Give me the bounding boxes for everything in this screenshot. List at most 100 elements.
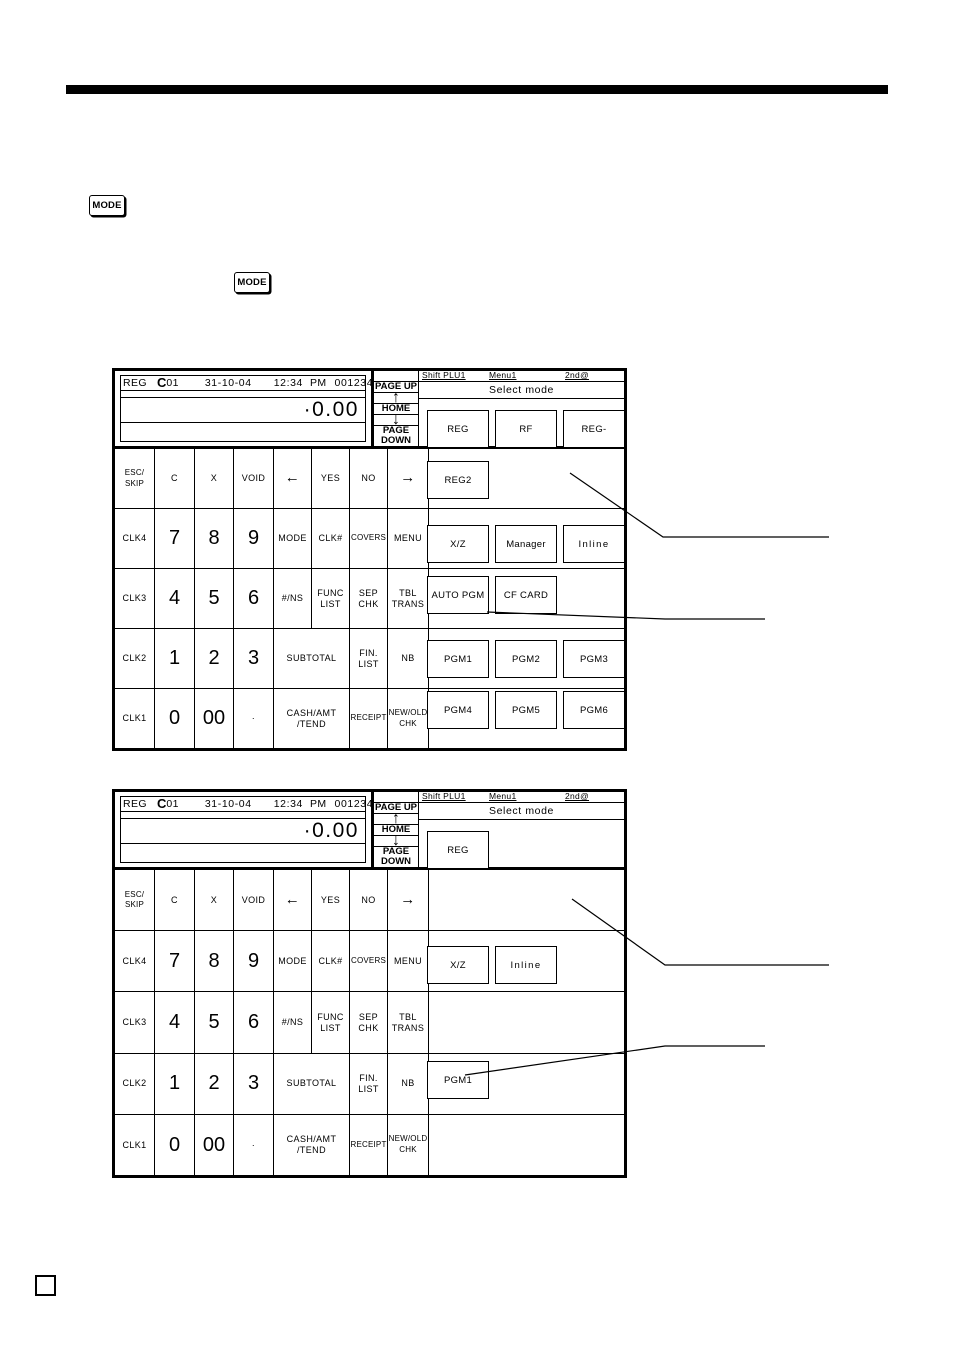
key-fin-list[interactable]: FIN. LIST bbox=[350, 629, 388, 688]
key-8[interactable]: 8 bbox=[195, 931, 234, 992]
key-yes[interactable]: YES bbox=[312, 449, 350, 508]
key-fin-list[interactable]: FIN. LIST bbox=[350, 1053, 388, 1114]
key-x[interactable]: X bbox=[195, 449, 234, 508]
key-func-list[interactable]: FUNC LIST bbox=[312, 992, 350, 1053]
status-second: 2nd@ bbox=[565, 791, 590, 801]
key-clk1[interactable]: CLK1 bbox=[115, 1114, 155, 1176]
key-sep-chk[interactable]: SEP CHK bbox=[350, 569, 388, 628]
key-new-old-chk[interactable]: NEW/OLD CHK bbox=[388, 689, 429, 748]
mode-button-pgm1[interactable]: PGM1 bbox=[427, 640, 489, 678]
key-2[interactable]: 2 bbox=[195, 1053, 234, 1114]
mode-button-reg[interactable]: REG bbox=[427, 831, 489, 869]
mode-button-pgm4[interactable]: PGM4 bbox=[427, 691, 489, 729]
key-menu[interactable]: MENU bbox=[388, 931, 429, 992]
key-esc-skip[interactable]: ESC/ SKIP bbox=[115, 449, 155, 508]
key-new-old-chk[interactable]: NEW/OLD CHK bbox=[388, 1114, 429, 1176]
key-[interactable]: ← bbox=[274, 449, 312, 508]
key-[interactable]: · bbox=[234, 689, 274, 748]
key-clk3[interactable]: CLK3 bbox=[115, 569, 155, 628]
mode-button-inline[interactable]: Inline bbox=[563, 525, 625, 563]
key-x[interactable]: X bbox=[195, 870, 234, 931]
mode-button-pgm1[interactable]: PGM1 bbox=[427, 1061, 489, 1099]
mode-button-inline[interactable]: Inline bbox=[495, 946, 557, 984]
key-[interactable]: ← bbox=[274, 870, 312, 931]
key-[interactable]: → bbox=[388, 449, 429, 508]
key-00[interactable]: 00 bbox=[195, 689, 234, 748]
key-mode[interactable]: MODE bbox=[274, 509, 312, 568]
key-00[interactable]: 00 bbox=[195, 1114, 234, 1176]
mode-button-reg2[interactable]: REG2 bbox=[427, 461, 489, 499]
key-sep-chk[interactable]: SEP CHK bbox=[350, 992, 388, 1053]
key-covers[interactable]: COVERS bbox=[350, 931, 388, 992]
mode-button-rf[interactable]: RF bbox=[495, 410, 557, 448]
key-clk3[interactable]: CLK3 bbox=[115, 992, 155, 1053]
key-receipt[interactable]: RECEIPT bbox=[350, 1114, 388, 1176]
key-6[interactable]: 6 bbox=[234, 569, 274, 628]
key-5[interactable]: 5 bbox=[195, 992, 234, 1053]
nav-key-page-down[interactable]: PAGE DOWN bbox=[374, 426, 418, 446]
key-void[interactable]: VOID bbox=[234, 870, 274, 931]
key-clk[interactable]: CLK# bbox=[312, 931, 350, 992]
key-ns[interactable]: #/NS bbox=[274, 569, 312, 628]
key-6[interactable]: 6 bbox=[234, 992, 274, 1053]
key-covers[interactable]: COVERS bbox=[350, 509, 388, 568]
key-3[interactable]: 3 bbox=[234, 1053, 274, 1114]
key-clk2[interactable]: CLK2 bbox=[115, 1053, 155, 1114]
key-0[interactable]: 0 bbox=[155, 689, 195, 748]
mode-button-manager[interactable]: Manager bbox=[495, 525, 557, 563]
mode-button-pgm3[interactable]: PGM3 bbox=[563, 640, 625, 678]
key-7[interactable]: 7 bbox=[155, 931, 195, 992]
key-subtotal[interactable]: SUBTOTAL bbox=[274, 629, 350, 688]
key-clk1[interactable]: CLK1 bbox=[115, 689, 155, 748]
key-yes[interactable]: YES bbox=[312, 870, 350, 931]
key-mode[interactable]: MODE bbox=[274, 931, 312, 992]
key-subtotal[interactable]: SUBTOTAL bbox=[274, 1053, 350, 1114]
mode-button-reg-[interactable]: REG- bbox=[563, 410, 625, 448]
key-[interactable]: · bbox=[234, 1114, 274, 1176]
key-[interactable]: → bbox=[388, 870, 429, 931]
key-c[interactable]: C bbox=[155, 449, 195, 508]
key-menu[interactable]: MENU bbox=[388, 509, 429, 568]
key-1[interactable]: 1 bbox=[155, 1053, 195, 1114]
mode-button-reg[interactable]: REG bbox=[427, 410, 489, 448]
key-clk4[interactable]: CLK4 bbox=[115, 931, 155, 992]
key-4[interactable]: 4 bbox=[155, 992, 195, 1053]
key-clk4[interactable]: CLK4 bbox=[115, 509, 155, 568]
key-2[interactable]: 2 bbox=[195, 629, 234, 688]
key-nb[interactable]: NB bbox=[388, 629, 429, 688]
mode-button-pgm2[interactable]: PGM2 bbox=[495, 640, 557, 678]
key-clk2[interactable]: CLK2 bbox=[115, 629, 155, 688]
key-3[interactable]: 3 bbox=[234, 629, 274, 688]
mode-key-chip-1[interactable]: MODE bbox=[89, 195, 125, 216]
mode-button-pgm5[interactable]: PGM5 bbox=[495, 691, 557, 729]
key-8[interactable]: 8 bbox=[195, 509, 234, 568]
mode-button-auto-pgm[interactable]: AUTO PGM bbox=[427, 576, 489, 614]
key-void[interactable]: VOID bbox=[234, 449, 274, 508]
key-nb[interactable]: NB bbox=[388, 1053, 429, 1114]
key-func-list[interactable]: FUNC LIST bbox=[312, 569, 350, 628]
key-tbl-trans[interactable]: TBL TRANS bbox=[388, 569, 429, 628]
key-cash-amt-tend[interactable]: CASH/AMT /TEND bbox=[274, 689, 350, 748]
key-cash-amt-tend[interactable]: CASH/AMT /TEND bbox=[274, 1114, 350, 1176]
key-1[interactable]: 1 bbox=[155, 629, 195, 688]
mode-key-chip-2[interactable]: MODE bbox=[234, 272, 270, 293]
key-9[interactable]: 9 bbox=[234, 931, 274, 992]
key-tbl-trans[interactable]: TBL TRANS bbox=[388, 992, 429, 1053]
key-clk[interactable]: CLK# bbox=[312, 509, 350, 568]
mode-button-x-z[interactable]: X/Z bbox=[427, 946, 489, 984]
key-ns[interactable]: #/NS bbox=[274, 992, 312, 1053]
key-no[interactable]: NO bbox=[350, 870, 388, 931]
nav-key-page-down[interactable]: PAGE DOWN bbox=[374, 847, 418, 867]
key-receipt[interactable]: RECEIPT bbox=[350, 689, 388, 748]
key-esc-skip[interactable]: ESC/ SKIP bbox=[115, 870, 155, 931]
key-5[interactable]: 5 bbox=[195, 569, 234, 628]
key-no[interactable]: NO bbox=[350, 449, 388, 508]
key-4[interactable]: 4 bbox=[155, 569, 195, 628]
key-9[interactable]: 9 bbox=[234, 509, 274, 568]
mode-button-x-z[interactable]: X/Z bbox=[427, 525, 489, 563]
mode-button-cf-card[interactable]: CF CARD bbox=[495, 576, 557, 614]
key-0[interactable]: 0 bbox=[155, 1114, 195, 1176]
key-c[interactable]: C bbox=[155, 870, 195, 931]
key-7[interactable]: 7 bbox=[155, 509, 195, 568]
mode-button-pgm6[interactable]: PGM6 bbox=[563, 691, 625, 729]
